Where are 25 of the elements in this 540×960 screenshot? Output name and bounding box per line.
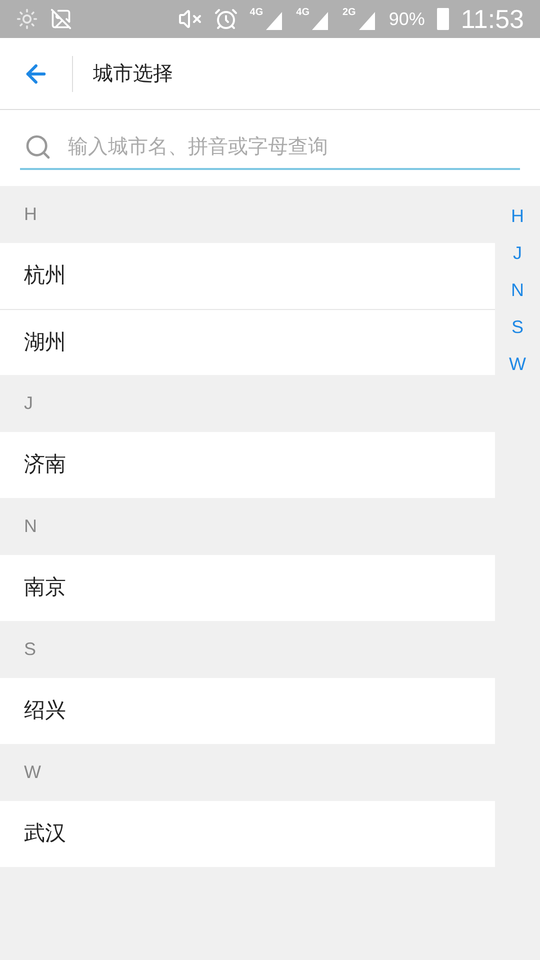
section-letter: N xyxy=(24,515,37,538)
city-item[interactable]: 杭州 xyxy=(0,243,495,309)
alarm-icon xyxy=(214,7,238,31)
brightness-icon xyxy=(16,8,38,30)
clock: 11:53 xyxy=(460,2,524,36)
city-item[interactable]: 湖州 xyxy=(0,309,495,375)
network-label: 4G xyxy=(250,8,264,18)
section-letter: H xyxy=(24,203,37,226)
city-item[interactable]: 绍兴 xyxy=(0,678,495,744)
network-label: 2G xyxy=(342,8,356,18)
section-letter: W xyxy=(24,761,41,784)
section-letter: S xyxy=(24,638,36,661)
network-label: 4G xyxy=(296,8,310,18)
city-item[interactable]: 武汉 xyxy=(0,801,495,867)
page-title: 城市选择 xyxy=(93,62,173,86)
image-icon xyxy=(50,8,72,30)
mute-icon xyxy=(178,7,202,31)
battery-icon xyxy=(436,8,449,30)
search-input[interactable]: 输入城市名、拼音或字母查询 xyxy=(68,132,520,162)
search-icon xyxy=(24,133,52,161)
city-item[interactable]: 济南 xyxy=(0,432,495,498)
battery-level: 90% xyxy=(388,8,425,30)
search-field[interactable]: 输入城市名、拼音或字母查询 xyxy=(20,126,520,170)
section-letter: J xyxy=(24,392,33,415)
city-item[interactable]: 南京 xyxy=(0,555,495,621)
